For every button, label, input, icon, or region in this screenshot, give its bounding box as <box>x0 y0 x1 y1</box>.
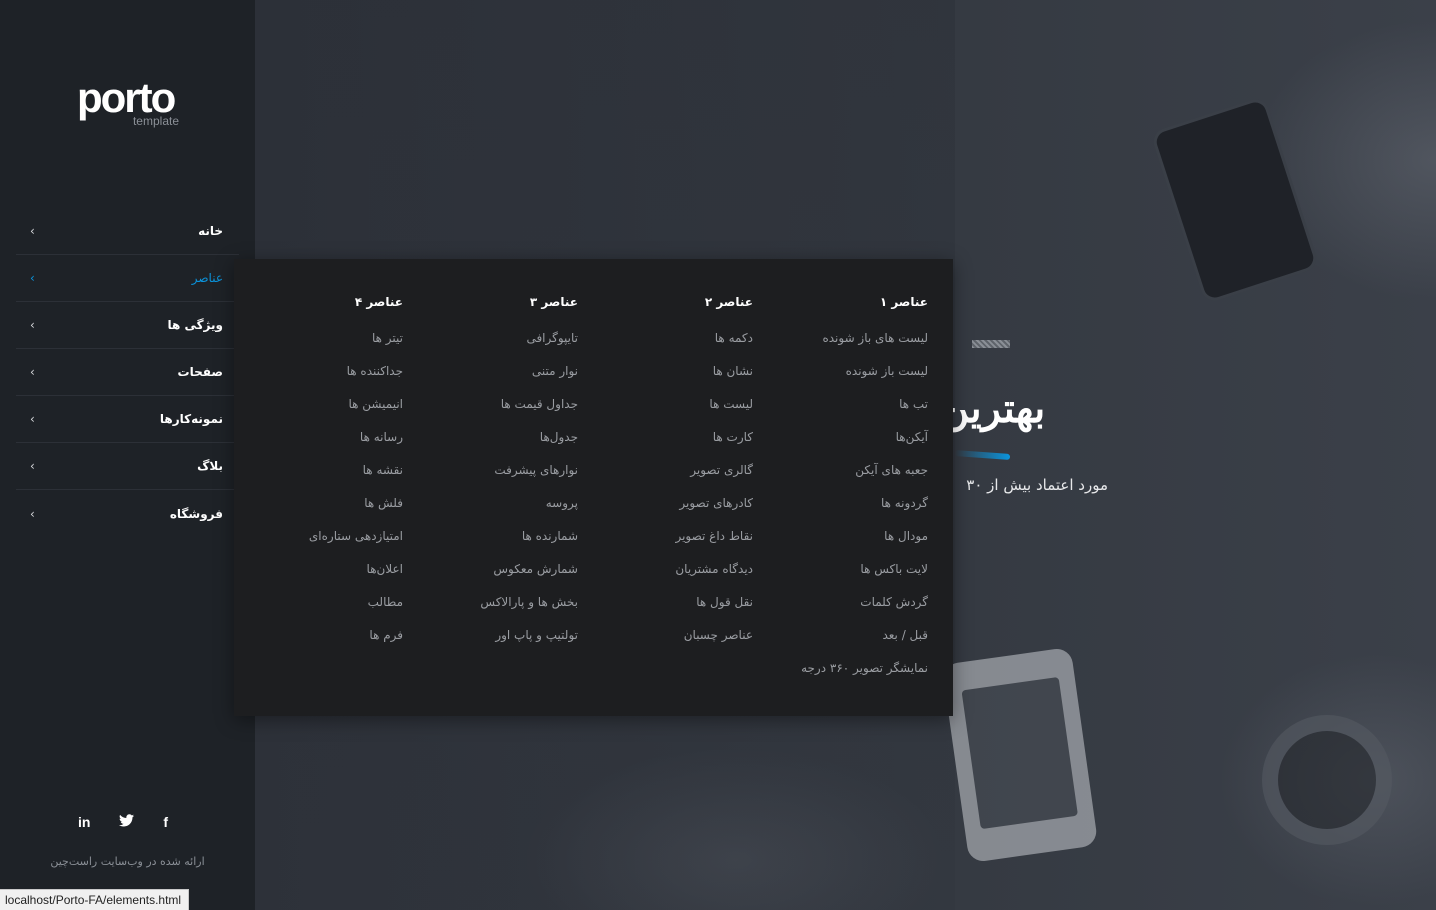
footer-credit: ارائه شده در وب‌سایت راست‌چین <box>50 855 205 868</box>
logo-subtext: template <box>132 114 179 128</box>
sidebar-item-blog[interactable]: ‹ بلاگ <box>16 443 239 490</box>
menu-item[interactable]: تایپوگرافی <box>403 322 578 355</box>
menu-item[interactable]: لیست های باز شونده <box>753 322 928 355</box>
facebook-icon[interactable]: f <box>163 814 168 830</box>
chevron-icon: ‹ <box>30 506 35 521</box>
menu-item[interactable]: شمارش معکوس <box>403 553 578 586</box>
chevron-icon: ‹ <box>30 365 35 379</box>
menu-item[interactable]: نقل قول ها <box>578 586 753 619</box>
sidebar-item-label: فروشگاه <box>169 506 223 521</box>
menu-item[interactable]: دیدگاه مشتریان <box>578 553 753 586</box>
menu-item[interactable]: جداول قیمت ها <box>403 388 578 421</box>
menu-item[interactable]: جداکننده ها <box>228 355 403 388</box>
sidebar-item-portfolio[interactable]: ‹ نمونه‌کارها <box>16 396 239 443</box>
sidebar-item-home[interactable]: ‹ خانه <box>16 208 239 255</box>
menu-item[interactable]: فلش ها <box>228 487 403 520</box>
menu-item[interactable]: انیمیشن ها <box>228 388 404 421</box>
menu-item[interactable]: لیست باز شونده <box>753 355 928 388</box>
hero-subtitle: مورد اعتماد بیش از ۳۰ <box>966 476 1108 494</box>
sidebar-item-label: ویژگی ها <box>167 318 223 332</box>
menu-column-list: لیست های باز شونده لیست باز شونده تب ها … <box>753 322 928 685</box>
menu-item[interactable]: نقاط داغ تصویر <box>578 520 753 553</box>
sidebar-nav: ‹ خانه ‹ عناصر ‹ ویژگی ها ‹ صفحات ‹ نمون… <box>16 208 239 537</box>
sidebar-item-label: نمونه‌کارها <box>159 412 223 426</box>
menu-item[interactable]: مودال ها <box>753 520 928 553</box>
menu-column-3: عناصر ۳ تایپوگرافی نوار متنی جداول قیمت … <box>403 289 578 652</box>
social-links: in f <box>78 812 168 832</box>
menu-item[interactable]: نقشه ها <box>228 454 403 487</box>
menu-item[interactable]: شمارنده ها <box>403 520 578 553</box>
menu-column-list: تایپوگرافی نوار متنی جداول قیمت ها جدول‌… <box>403 322 578 652</box>
menu-item[interactable]: پروسه <box>403 487 578 520</box>
background-cup-image <box>1262 715 1392 845</box>
menu-item[interactable]: مطالب <box>228 586 403 619</box>
menu-column-title: عناصر ۳ <box>529 295 578 309</box>
menu-item[interactable]: نوار متنی <box>403 355 578 388</box>
menu-column-title: عناصر ۱ <box>879 295 928 309</box>
twitter-icon[interactable] <box>119 814 135 830</box>
menu-item[interactable]: اعلان‌ها <box>228 553 403 586</box>
menu-item[interactable]: کادرهای تصویر <box>578 487 753 520</box>
menu-item[interactable]: جعبه های آیکن <box>753 454 928 487</box>
menu-item[interactable]: گالری تصویر <box>578 454 753 487</box>
menu-item[interactable]: تولتیپ و پاپ اور <box>403 619 578 652</box>
sidebar-item-elements[interactable]: ‹ عناصر <box>16 255 239 302</box>
linkedin-icon[interactable]: in <box>78 814 90 830</box>
background-phone-image-2 <box>941 646 1099 864</box>
menu-column-4: عناصر ۴ تیتر ها جداکننده ها انیمیشن ها ر… <box>228 289 403 652</box>
menu-item[interactable]: نمایشگر تصویر ۳۶۰ درجه <box>753 652 928 685</box>
sidebar-item-label: صفحات <box>177 365 223 379</box>
menu-item[interactable]: نوارهای پیشرفت <box>403 454 578 487</box>
menu-item[interactable]: گردش کلمات <box>753 586 928 619</box>
menu-column-list: دکمه ها نشان ها لیست ها کارت ها گالری تص… <box>578 322 753 652</box>
menu-item[interactable]: فرم ها <box>228 619 403 652</box>
sidebar-item-label: عناصر <box>191 271 223 285</box>
menu-item[interactable]: جدول‌ها <box>403 421 578 454</box>
menu-item[interactable]: قبل / بعد <box>753 619 928 652</box>
sidebar-item-label: خانه <box>198 224 223 238</box>
menu-item[interactable]: دکمه ها <box>578 322 753 355</box>
menu-item[interactable]: تیتر ها <box>228 322 403 355</box>
menu-column-list: تیتر ها جداکننده ها انیمیشن ها رسانه ها … <box>228 322 403 652</box>
browser-status-bar: localhost/Porto-FA/elements.html <box>0 889 189 910</box>
twitter-icon-svg <box>119 814 135 827</box>
chevron-icon: ‹ <box>30 224 35 238</box>
menu-column-2: عناصر ۲ دکمه ها نشان ها لیست ها کارت ها … <box>578 289 753 652</box>
elements-mega-menu: عناصر ۱ لیست های باز شونده لیست باز شوند… <box>234 259 953 716</box>
chevron-icon: ‹ <box>30 412 35 426</box>
chevron-icon: ‹ <box>30 271 35 285</box>
sidebar-item-label: بلاگ <box>197 459 223 473</box>
menu-column-1: عناصر ۱ لیست های باز شونده لیست باز شوند… <box>753 289 928 685</box>
chevron-icon: ‹ <box>30 318 35 332</box>
menu-item[interactable]: امتیازدهی ستاره‌ای <box>228 520 403 553</box>
menu-item[interactable]: لیست ها <box>578 388 753 421</box>
chevron-icon: ‹ <box>30 459 35 473</box>
sidebar: porto template ‹ خانه ‹ عناصر ‹ ویژگی ها… <box>0 0 255 910</box>
logo[interactable]: porto template <box>77 76 187 132</box>
menu-item[interactable]: لایت باکس ها <box>753 553 928 586</box>
sidebar-item-shop[interactable]: ‹ فروشگاه <box>16 490 239 537</box>
menu-item[interactable]: گردونه ها <box>753 487 928 520</box>
sidebar-item-features[interactable]: ‹ ویژگی ها <box>16 302 239 349</box>
menu-item[interactable]: رسانه ها <box>228 421 403 454</box>
menu-item[interactable]: نشان ها <box>578 355 753 388</box>
menu-column-title: عناصر ۲ <box>704 295 753 309</box>
menu-item[interactable]: تب ها <box>753 388 928 421</box>
menu-item[interactable]: عناصر چسبان <box>578 619 753 652</box>
hero-decoration <box>972 340 1010 348</box>
menu-item[interactable]: کارت ها <box>578 421 753 454</box>
menu-column-title: عناصر ۴ <box>354 295 403 309</box>
hero-title: بهترین <box>940 385 1046 432</box>
sidebar-item-pages[interactable]: ‹ صفحات <box>16 349 239 396</box>
menu-item[interactable]: آیکن‌ها <box>753 421 928 454</box>
menu-item[interactable]: بخش ها و پارالاکس <box>403 586 578 619</box>
